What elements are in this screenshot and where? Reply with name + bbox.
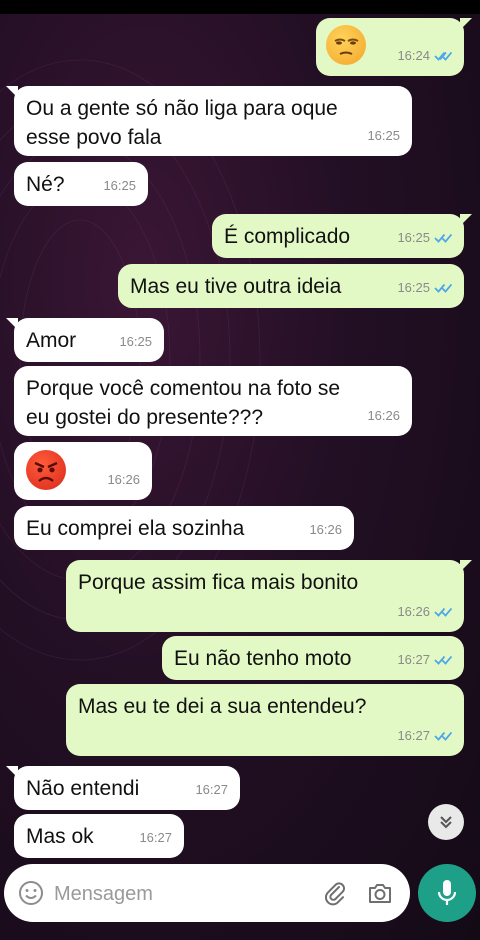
message-meta: 16:27 — [397, 721, 452, 750]
message-incoming[interactable]: Eu comprei ela sozinha 16:26 — [14, 506, 354, 550]
message-time: 16:27 — [397, 652, 430, 667]
message-meta: 16:26 — [367, 401, 400, 430]
angry-face-icon — [26, 450, 66, 490]
message-incoming[interactable]: Mas ok 16:27 — [14, 814, 184, 858]
message-meta: 16:25 — [119, 327, 152, 356]
message-incoming[interactable]: Porque você comentou na foto se eu goste… — [14, 366, 412, 436]
message-time: 16:25 — [119, 334, 152, 349]
message-meta: 16:27 — [397, 645, 452, 674]
message-time: 16:25 — [397, 230, 430, 245]
message-incoming[interactable]: Ou a gente só não liga para oque esse po… — [6, 86, 412, 156]
scroll-to-bottom-button[interactable] — [428, 804, 464, 840]
message-composer — [4, 864, 410, 922]
message-outgoing[interactable]: Porque assim fica mais bonito 16:26 — [66, 560, 472, 632]
mic-button[interactable] — [418, 864, 476, 922]
message-meta: 16:26 — [397, 597, 452, 626]
message-incoming[interactable]: 16:26 — [14, 442, 152, 500]
message-time: 16:26 — [367, 408, 400, 423]
message-time: 16:24 — [397, 48, 430, 63]
message-time: 16:26 — [309, 522, 342, 537]
read-ticks-icon — [434, 607, 452, 617]
message-time: 16:27 — [195, 782, 228, 797]
message-meta: 16:26 — [107, 465, 140, 494]
paperclip-icon[interactable] — [322, 880, 348, 906]
message-text: Ou a gente só não liga para oque esse po… — [26, 97, 338, 149]
message-meta: 16:27 — [139, 823, 172, 852]
message-time: 16:25 — [103, 178, 136, 193]
message-text: Porque assim fica mais bonito — [78, 571, 359, 594]
message-meta: 16:25 — [367, 121, 400, 150]
camera-icon[interactable] — [366, 879, 394, 907]
message-input[interactable] — [52, 878, 296, 910]
status-bar — [0, 0, 480, 14]
message-meta: 16:25 — [397, 223, 452, 252]
message-meta: 16:25 — [103, 171, 136, 200]
message-outgoing[interactable]: 16:24 — [316, 18, 472, 76]
message-text: Porque você comentou na foto se eu goste… — [26, 377, 341, 429]
message-incoming[interactable]: Né? 16:25 — [14, 162, 148, 206]
message-meta: 16:27 — [195, 775, 228, 804]
read-ticks-icon — [434, 655, 452, 665]
message-time: 16:25 — [397, 280, 430, 295]
emoji-icon[interactable] — [18, 880, 44, 906]
read-ticks-icon — [434, 731, 452, 741]
message-incoming[interactable]: Não entendi 16:27 — [6, 766, 240, 810]
message-outgoing[interactable]: É complicado 16:25 — [212, 214, 472, 258]
message-time: 16:27 — [397, 728, 430, 743]
message-time: 16:26 — [107, 472, 140, 487]
message-meta: 16:24 — [397, 41, 452, 70]
unamused-face-icon — [326, 25, 366, 65]
message-incoming[interactable]: Amor 16:25 — [6, 318, 164, 362]
mic-icon — [437, 880, 457, 905]
message-meta: 16:26 — [309, 515, 342, 544]
message-time: 16:27 — [139, 830, 172, 845]
read-ticks-icon — [434, 51, 452, 61]
message-outgoing[interactable]: Eu não tenho moto 16:27 — [162, 636, 464, 680]
message-text: Mas eu te dei a sua entendeu? — [78, 695, 367, 718]
message-time: 16:25 — [367, 128, 400, 143]
read-ticks-icon — [434, 283, 452, 293]
message-meta: 16:25 — [397, 273, 452, 302]
message-text: Eu comprei ela sozinha — [26, 517, 245, 540]
message-time: 16:26 — [397, 604, 430, 619]
message-outgoing[interactable]: Mas eu tive outra ideia 16:25 — [118, 264, 464, 308]
chevron-double-down-icon — [440, 816, 452, 829]
message-outgoing[interactable]: Mas eu te dei a sua entendeu? 16:27 — [66, 684, 464, 756]
read-ticks-icon — [434, 233, 452, 243]
